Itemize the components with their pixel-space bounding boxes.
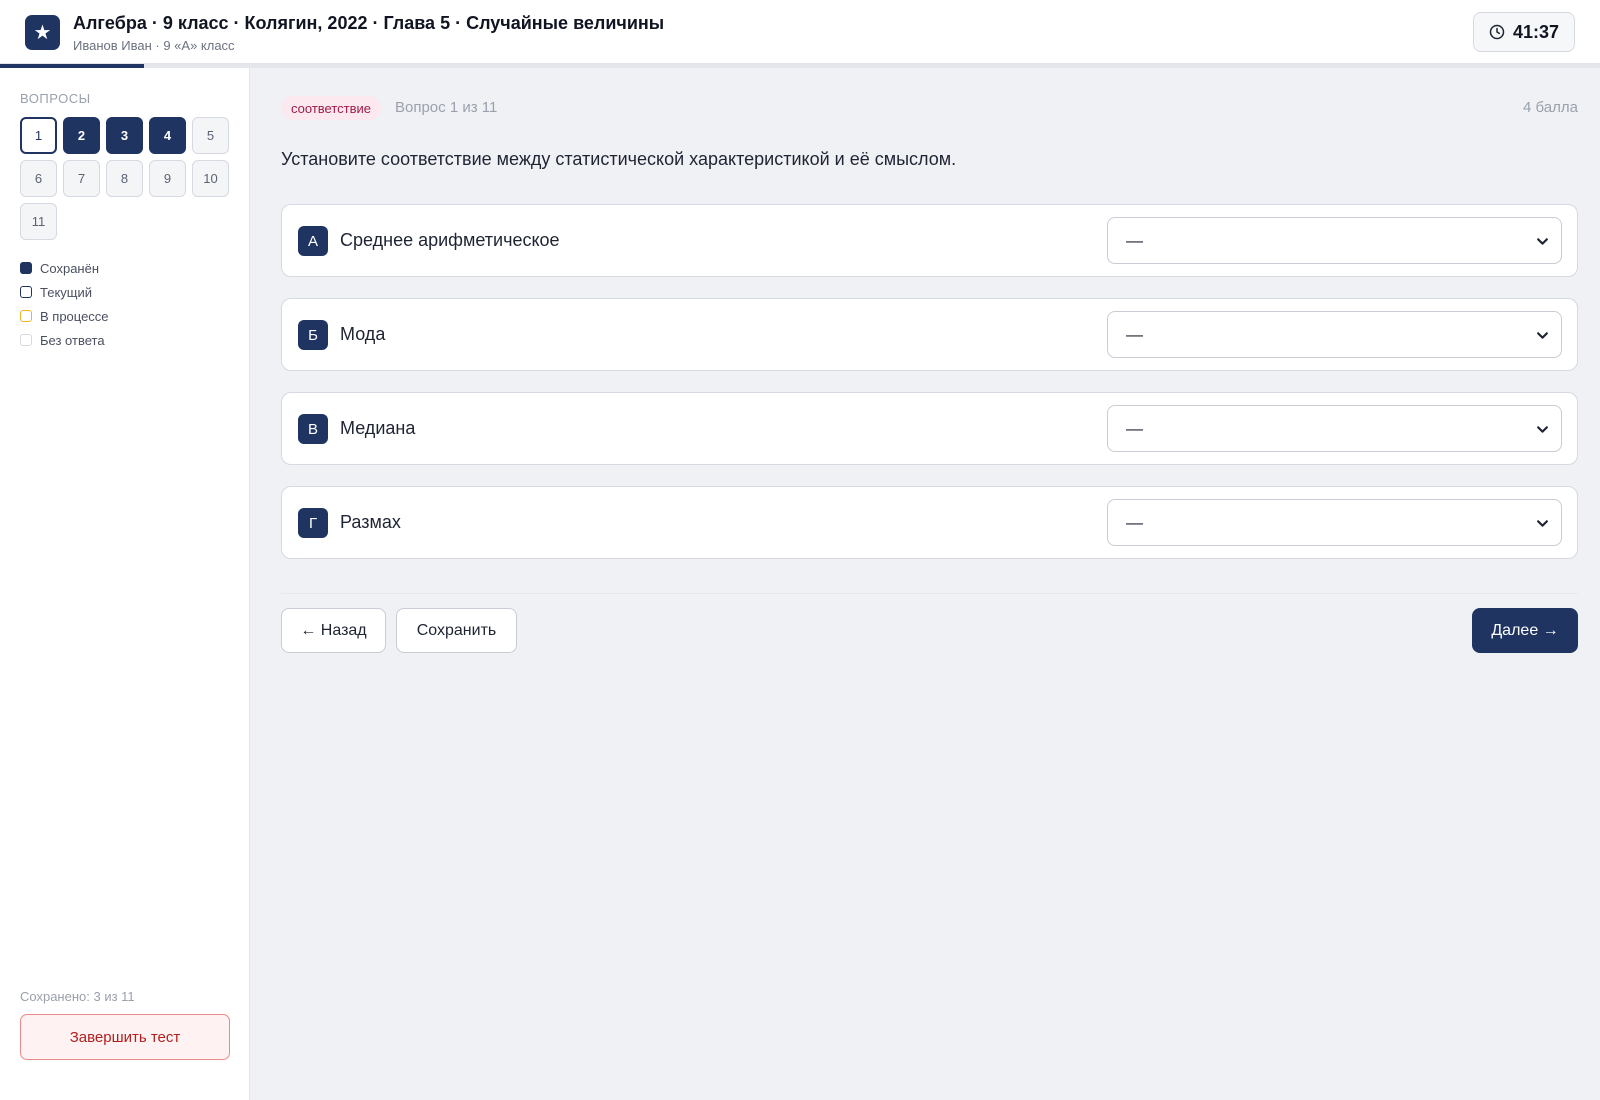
- question-meta: соответствие Вопрос 1 из 11 4 балла: [281, 96, 1578, 122]
- matching-row: В Медиана —: [281, 392, 1578, 465]
- legend-swatch: [20, 262, 32, 274]
- chevron-down-icon: [1537, 426, 1548, 433]
- status-legend: Сохранён Текущий В процессе Без ответа: [20, 256, 109, 352]
- legend-item: Сохранён: [20, 256, 109, 280]
- question-nav-button[interactable]: 2: [63, 117, 100, 154]
- row-term: Среднее арифметическое: [340, 230, 560, 250]
- legend-swatch: [20, 310, 32, 322]
- question-text: Установите соответствие между статистиче…: [281, 149, 957, 169]
- row-letter: А: [298, 226, 328, 256]
- answer-select[interactable]: —: [1107, 217, 1562, 264]
- row-letter: Г: [298, 508, 328, 538]
- question-nav-button[interactable]: 1: [20, 117, 57, 154]
- legend-label: Без ответа: [40, 332, 105, 348]
- row-term: Медиана: [340, 418, 416, 438]
- question-nav-button[interactable]: 10: [192, 160, 229, 197]
- question-points: 4 балла: [1523, 99, 1578, 116]
- app-header: ★ Алгебра · 9 класс · Колягин, 2022 · Гл…: [0, 0, 1600, 64]
- legend-item: Текущий: [20, 280, 109, 304]
- row-letter: Б: [298, 320, 328, 350]
- legend-label: Сохранён: [40, 260, 100, 276]
- test-title: Алгебра · 9 класс · Колягин, 2022 · Глав…: [73, 13, 665, 33]
- chevron-down-icon: [1537, 238, 1548, 245]
- row-term: Мода: [340, 324, 386, 344]
- question-nav-button[interactable]: 7: [63, 160, 100, 197]
- row-term: Размах: [340, 512, 401, 532]
- matching-rows: А Среднее арифметическое — Б Мода — В Ме…: [281, 204, 1578, 580]
- legend-swatch: [20, 334, 32, 346]
- save-button[interactable]: Сохранить: [396, 608, 517, 653]
- finish-test-button[interactable]: Завершить тест: [20, 1014, 230, 1060]
- answer-select[interactable]: —: [1107, 499, 1562, 546]
- question-counter: Вопрос 1 из 11: [395, 99, 498, 116]
- question-type-badge: соответствие: [281, 96, 381, 120]
- saved-count: Сохранено: 3 из 11: [20, 989, 135, 1004]
- question-nav-button[interactable]: 8: [106, 160, 143, 197]
- answer-select-value: —: [1126, 513, 1143, 532]
- legend-swatch: [20, 286, 32, 298]
- clock-icon: [1489, 24, 1505, 40]
- answer-select[interactable]: —: [1107, 405, 1562, 452]
- matching-row: Б Мода —: [281, 298, 1578, 371]
- row-letter: В: [298, 414, 328, 444]
- legend-item: Без ответа: [20, 328, 109, 352]
- question-nav-button[interactable]: 6: [20, 160, 57, 197]
- question-nav-button[interactable]: 4: [149, 117, 186, 154]
- answer-select-value: —: [1126, 325, 1143, 344]
- timer-value: 41:37: [1512, 21, 1560, 42]
- matching-row: А Среднее арифметическое —: [281, 204, 1578, 277]
- chevron-down-icon: [1537, 332, 1548, 339]
- question-nav-button[interactable]: 5: [192, 117, 229, 154]
- legend-item: В процессе: [20, 304, 109, 328]
- star-logo-icon: ★: [25, 15, 60, 50]
- legend-label: В процессе: [40, 308, 109, 324]
- question-nav-button[interactable]: 3: [106, 117, 143, 154]
- answer-select-value: —: [1126, 419, 1143, 438]
- chevron-down-icon: [1537, 520, 1548, 527]
- question-grid: 1 2 3 4 5 6 7 8 9 10 11: [20, 117, 232, 240]
- legend-label: Текущий: [40, 284, 92, 300]
- timer: 41:37: [1473, 12, 1575, 52]
- answer-select[interactable]: —: [1107, 311, 1562, 358]
- answer-select-value: —: [1126, 231, 1143, 250]
- question-nav-button[interactable]: 11: [20, 203, 57, 240]
- matching-row: Г Размах —: [281, 486, 1578, 559]
- sidebar: ВОПРОСЫ 1 2 3 4 5 6 7 8 9 10 11 Сохранён Текущий В п…: [0, 68, 250, 1100]
- question-nav-button[interactable]: 9: [149, 160, 186, 197]
- student-info: Иванов Иван · 9 «А» класс: [73, 38, 235, 53]
- divider: [281, 593, 1578, 594]
- questions-heading: ВОПРОСЫ: [20, 91, 91, 106]
- back-button[interactable]: ← Назад: [281, 608, 386, 653]
- next-button[interactable]: Далее →: [1472, 608, 1578, 653]
